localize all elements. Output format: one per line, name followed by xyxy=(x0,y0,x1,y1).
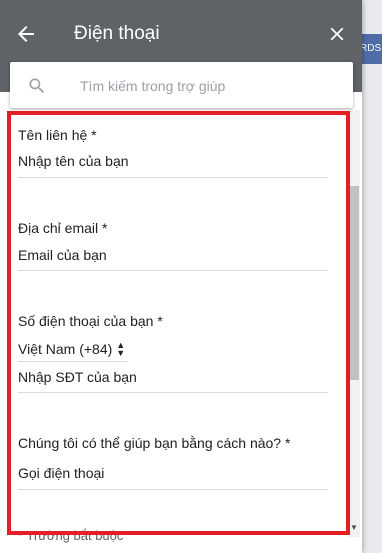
background-page-strip xyxy=(360,0,382,553)
search-box xyxy=(10,62,353,108)
arrow-left-icon[interactable] xyxy=(14,22,38,46)
page-title: Điện thoại xyxy=(74,23,160,44)
scrollbar-thumb[interactable] xyxy=(349,186,359,380)
scroll-down-arrow-icon[interactable]: ▼ xyxy=(349,523,359,533)
highlight-box xyxy=(7,111,350,535)
search-icon[interactable] xyxy=(27,76,47,96)
close-icon[interactable] xyxy=(326,23,348,45)
background-side-label: RDS xyxy=(360,34,382,64)
search-input[interactable] xyxy=(80,74,340,98)
